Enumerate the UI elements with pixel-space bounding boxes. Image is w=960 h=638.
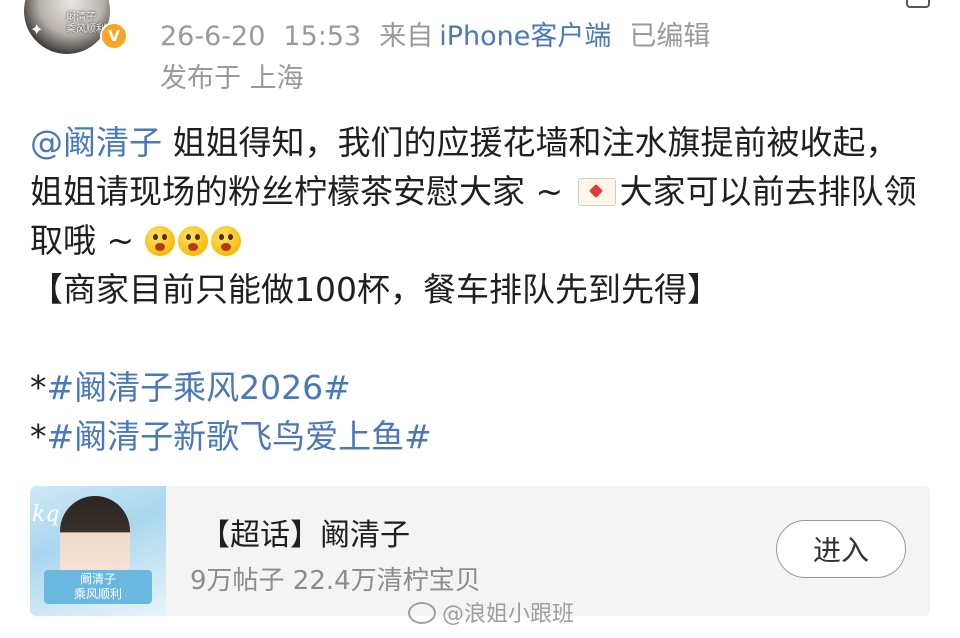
more-options-icon[interactable] [906, 0, 930, 8]
post-time: 15:53 [283, 21, 362, 52]
edited-label[interactable]: 已编辑 [629, 21, 710, 52]
watermark: @浪姐小跟班 [408, 596, 574, 628]
weibo-logo-icon [408, 602, 436, 624]
topic-line: *#阚清子乘风2026# [30, 363, 930, 412]
super-topic-stats: 9万帖子 22.4万清柠宝贝 [190, 566, 481, 596]
avatar[interactable]: ✦ 阚清子 乘风顺利 [24, 0, 110, 54]
post-date: 26-6-20 [160, 21, 266, 52]
surprised-face-emoji-icon [144, 226, 175, 256]
topic-line: *#阚清子新歌飞鸟爱上鱼# [30, 412, 930, 461]
watermark-text: @浪姐小跟班 [442, 602, 575, 627]
source-prefix: 来自 [379, 21, 434, 52]
topic-link[interactable]: #阚清子乘风2026# [47, 368, 351, 407]
post-location: 发布于 上海 [160, 63, 304, 94]
post-paragraph: @阚清子 姐姐得知，我们的应援花墙和注水旗提前被收起，姐姐请现场的粉丝柠檬茶安慰… [30, 118, 930, 265]
mention-link[interactable]: @阚清子 [30, 123, 162, 162]
post-meta: 26-6-20 15:53 来自 iPhone客户端 已编辑 [160, 14, 728, 53]
enter-button[interactable]: 进入 [776, 520, 906, 578]
super-topic-thumbnail: kq 阚清子 乘风顺利 [30, 486, 166, 616]
thumbnail-script-text: kq [32, 502, 60, 527]
topic-link[interactable]: #阚清子新歌飞鸟爱上鱼# [47, 417, 432, 456]
source-app-link[interactable]: iPhone客户端 [439, 21, 611, 52]
verified-badge-icon: V [100, 22, 128, 50]
thumbnail-tag: 阚清子 乘风顺利 [44, 570, 152, 604]
sparkle-icon: ✦ [30, 20, 44, 39]
love-letter-emoji-icon [577, 178, 616, 206]
post-body: @阚清子 姐姐得知，我们的应援花墙和注水旗提前被收起，姐姐请现场的粉丝柠檬茶安慰… [30, 118, 930, 461]
thumbnail-portrait [60, 496, 130, 576]
topic-prefix: * [30, 368, 47, 407]
surprised-face-emoji-icon [210, 226, 241, 256]
super-topic-title: 【超话】阚清子 [200, 518, 410, 553]
surprised-face-emoji-icon [177, 226, 208, 256]
topic-prefix: * [30, 417, 47, 456]
post-notice: 【商家目前只能做100杯，餐车排队先到先得】 [30, 270, 720, 309]
